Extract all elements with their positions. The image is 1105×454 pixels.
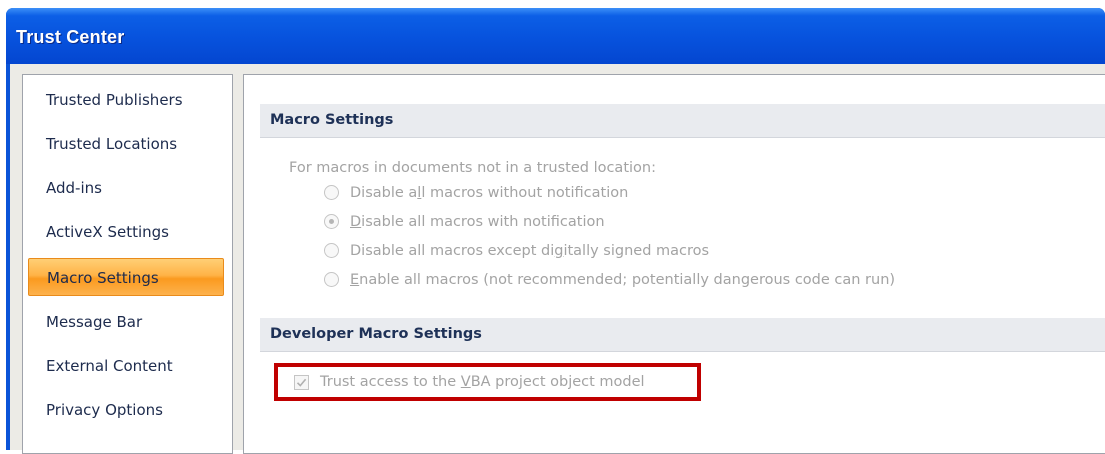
trust-vba-label: Trust access to the VBA project object m… [320,374,645,390]
radio-button-selected[interactable] [324,214,339,229]
sidebar-item-macro-settings[interactable]: Macro Settings [28,258,224,296]
radio-dot [329,219,334,224]
settings-panel: Macro Settings For macros in documents n… [243,74,1105,454]
sidebar-item-external-content[interactable]: External Content [28,347,224,385]
sidebar-item-activex-settings[interactable]: ActiveX Settings [28,213,224,251]
radio-button[interactable] [324,185,339,200]
sidebar-item-trusted-publishers[interactable]: Trusted Publishers [28,81,224,119]
sidebar-item-message-bar[interactable]: Message Bar [28,303,224,341]
sidebar-nav: Trusted Publishers Trusted Locations Add… [22,74,233,454]
radio-label: Enable all macros (not recommended; pote… [350,272,896,288]
dialog-body: Trusted Publishers Trusted Locations Add… [10,64,1105,454]
sidebar-item-add-ins[interactable]: Add-ins [28,169,224,207]
title-bar[interactable]: Trust Center [6,8,1105,64]
window-title: Trust Center [16,27,125,47]
developer-macro-settings-header: Developer Macro Settings [260,318,1105,352]
macro-settings-header: Macro Settings [260,104,1105,138]
macro-settings-description: For macros in documents not in a trusted… [289,160,656,176]
radio-button[interactable] [324,243,339,258]
sidebar-item-trusted-locations[interactable]: Trusted Locations [28,125,224,163]
radio-button[interactable] [324,272,339,287]
highlight-box: Trust access to the VBA project object m… [274,363,701,401]
trust-vba-checkbox[interactable] [294,375,309,390]
radio-label: Disable all macros with notification [350,214,605,230]
radio-label: Disable all macros without notification [350,185,629,201]
sidebar-item-privacy-options[interactable]: Privacy Options [28,391,224,429]
trust-center-window: Trust Center Trusted Publishers Trusted … [6,8,1105,454]
radio-label: Disable all macros except digitally sign… [350,243,710,259]
check-icon [296,378,307,387]
